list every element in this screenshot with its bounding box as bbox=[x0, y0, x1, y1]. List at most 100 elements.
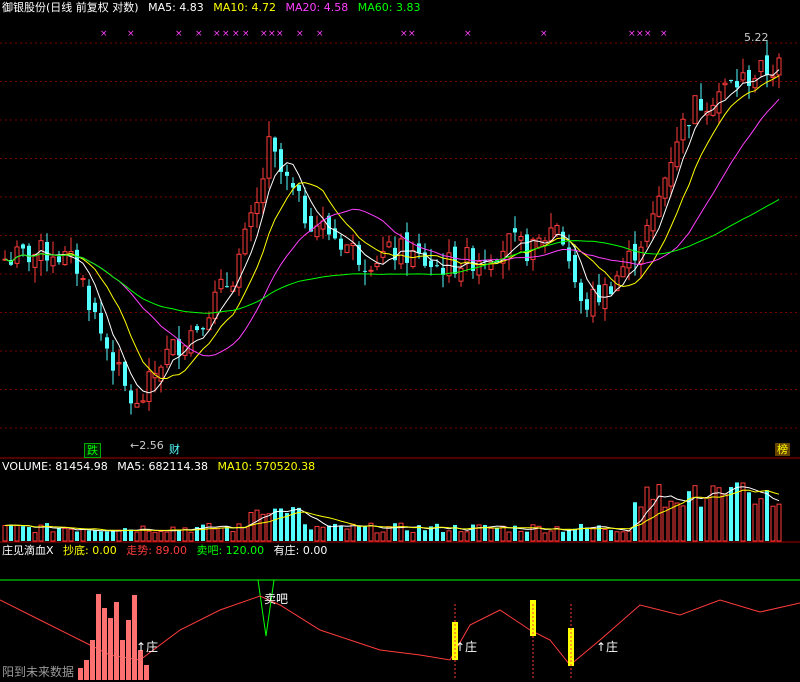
volume-bar bbox=[230, 531, 236, 542]
volume-bar bbox=[105, 531, 109, 541]
volume-bar bbox=[626, 530, 632, 542]
zhuang-marker-3: ↑庄 bbox=[596, 640, 619, 654]
volume-bar bbox=[291, 507, 295, 541]
volume-bar bbox=[674, 502, 680, 542]
volume-bar bbox=[597, 525, 601, 541]
candle-body bbox=[291, 183, 295, 188]
chaodi-bar bbox=[114, 602, 119, 680]
volume-bar bbox=[495, 527, 499, 541]
volume-bar bbox=[518, 530, 524, 542]
candle-body bbox=[765, 55, 769, 75]
volume-bar bbox=[525, 531, 529, 541]
volume-bar bbox=[320, 526, 326, 542]
volume-bar bbox=[146, 530, 152, 542]
signal-marker: × bbox=[296, 29, 304, 39]
sell-marker-label: 卖吧 bbox=[264, 592, 289, 606]
volume-bar bbox=[327, 525, 331, 541]
volume-bar bbox=[50, 531, 56, 542]
volume-bar bbox=[309, 529, 313, 541]
volume-bar bbox=[314, 525, 320, 542]
candle-body bbox=[27, 245, 31, 263]
volume-bar bbox=[134, 531, 140, 542]
chaodi-bar bbox=[84, 660, 89, 680]
chaodi-bar bbox=[132, 595, 137, 680]
candle-body bbox=[597, 284, 601, 303]
volume-bar bbox=[206, 522, 212, 542]
volume-bar bbox=[93, 530, 97, 541]
candle-body bbox=[386, 241, 392, 248]
chaodi-bar bbox=[102, 608, 107, 680]
candle-body bbox=[554, 225, 560, 236]
volume-bar bbox=[699, 506, 703, 541]
candle-body bbox=[729, 79, 733, 82]
candle-body bbox=[254, 202, 260, 214]
signal-marker: × bbox=[636, 29, 644, 39]
zhuang-marker-1: ↑庄 bbox=[136, 640, 159, 654]
signal-marker: × bbox=[464, 29, 472, 39]
candle-body bbox=[21, 244, 25, 249]
indicator-title: 庄见滴血X bbox=[2, 544, 54, 557]
volume-bar bbox=[374, 532, 380, 542]
candle-body bbox=[99, 312, 103, 334]
indicator-legend: 庄见滴血X 抄底: 0.00 走势: 89.00 卖吧: 120.00 有庄: … bbox=[2, 544, 333, 558]
volume-bar bbox=[99, 531, 103, 541]
ma20-value: MA20: 4.58 bbox=[285, 1, 349, 14]
ma10-value: MA10: 4.72 bbox=[213, 1, 277, 14]
signal-marker: × bbox=[660, 29, 668, 39]
volume-bar bbox=[393, 523, 397, 541]
volume-bar bbox=[573, 528, 577, 541]
volume-bar bbox=[506, 531, 512, 542]
volume-bar bbox=[441, 532, 445, 541]
candle-body bbox=[464, 247, 470, 264]
candle-body bbox=[638, 246, 644, 265]
volume-bar bbox=[435, 523, 439, 541]
chaodi-bar bbox=[138, 650, 143, 680]
candle-body bbox=[225, 286, 229, 288]
volume-bar bbox=[75, 531, 79, 541]
candle-body bbox=[410, 250, 416, 267]
volume-bar bbox=[488, 527, 494, 542]
signal-marker: × bbox=[408, 29, 416, 39]
candle-body bbox=[111, 352, 115, 371]
candle-body bbox=[195, 326, 199, 331]
volume-bar bbox=[303, 524, 307, 541]
candle-body bbox=[339, 238, 343, 250]
candle-body bbox=[45, 242, 49, 261]
candle-body bbox=[164, 348, 170, 366]
candle-body bbox=[758, 60, 764, 73]
candle-body bbox=[668, 162, 674, 187]
volume-bar bbox=[740, 482, 746, 542]
volume-ma5: MA5: 682114.38 bbox=[117, 460, 208, 473]
candle-body bbox=[536, 237, 542, 248]
candle-body bbox=[218, 278, 224, 290]
main-legend: 御银股份(日线 前复权 对数) MA5: 4.83 MA10: 4.72 MA2… bbox=[2, 1, 426, 15]
candle-body bbox=[146, 371, 152, 403]
volume-bar bbox=[410, 531, 416, 542]
candle-body bbox=[633, 243, 637, 261]
volume-bar bbox=[218, 527, 224, 542]
volume-bar bbox=[776, 503, 782, 542]
ma20-line bbox=[4, 98, 780, 357]
volume-bar bbox=[350, 523, 356, 542]
candle-body bbox=[93, 302, 97, 313]
chaodi-bar bbox=[90, 640, 95, 680]
volume-bar bbox=[87, 530, 91, 541]
volume-bar bbox=[765, 490, 769, 541]
volume-bar bbox=[357, 525, 361, 541]
chaodi-bar bbox=[120, 640, 125, 680]
candle-body bbox=[590, 288, 596, 317]
volume-bar bbox=[752, 503, 758, 542]
volume-bar bbox=[567, 529, 571, 541]
volume-bar bbox=[464, 531, 470, 542]
candle-body bbox=[368, 269, 374, 272]
volume-bar bbox=[386, 526, 392, 542]
candle-body bbox=[776, 57, 782, 76]
volume-bar bbox=[2, 524, 8, 542]
volume-bar bbox=[116, 529, 122, 542]
candle-body bbox=[80, 278, 86, 281]
volume-bar bbox=[225, 526, 229, 541]
candle-body bbox=[363, 270, 367, 272]
candle-body bbox=[242, 228, 248, 255]
volume-bar bbox=[530, 524, 536, 542]
volume-bar bbox=[609, 530, 613, 541]
